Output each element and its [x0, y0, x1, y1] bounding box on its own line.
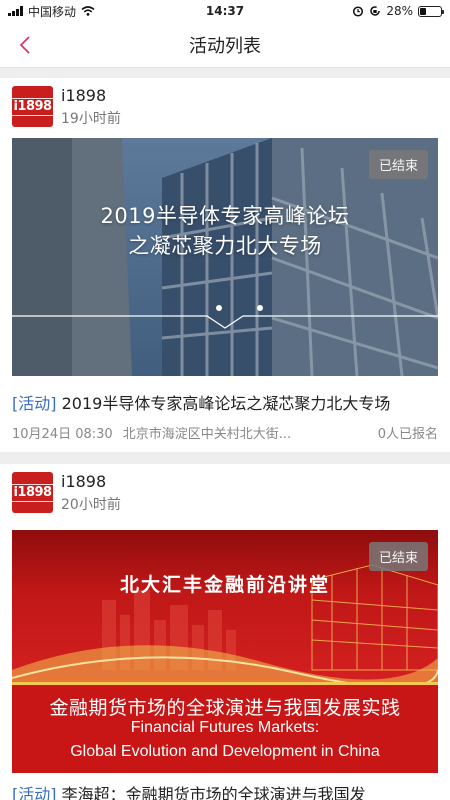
event-banner-image[interactable]: 北大汇丰金融前沿讲堂 金融期货市场的全球演进与我国发展实践 Financial … — [12, 530, 438, 773]
battery-percent: 28% — [386, 4, 413, 18]
event-title-text: 2019半导体专家高峰论坛之凝芯聚力北大专场 — [61, 394, 391, 413]
event-tag: [活动] — [12, 394, 57, 413]
battery-level — [420, 7, 426, 15]
event-title[interactable]: [活动] 李海超：金融期货市场的全球演进与我国发 — [12, 781, 442, 800]
event-title[interactable]: [活动] 2019半导体专家高峰论坛之凝芯聚力北大专场 — [12, 390, 442, 414]
banner-title-line-2: 之凝芯聚力北大专场 — [128, 234, 322, 258]
event-card[interactable]: i1898 i1898 19小时前 2019半导体专家高峰论坛 之凝芯聚力北大专… — [0, 78, 450, 452]
event-tag: [活动] — [12, 785, 57, 800]
banner-english-title-2: Global Evolution and Development in Chin… — [70, 743, 380, 760]
banner-chinese-title: 金融期货市场的全球演进与我国发展实践 — [49, 697, 401, 719]
page-title: 活动列表 — [189, 35, 261, 57]
rotation-lock-icon — [370, 6, 381, 16]
status-badge: 已结束 — [368, 150, 428, 179]
avatar-logo-text: i1898 — [10, 97, 55, 116]
banner-english-title-1: Financial Futures Markets: — [130, 719, 320, 736]
event-banner-image[interactable]: 2019半导体专家高峰论坛 之凝芯聚力北大专场 已结束 — [12, 138, 438, 376]
event-title-text: 李海超：金融期货市场的全球演进与我国发 — [61, 785, 366, 800]
battery-icon — [418, 5, 444, 17]
card-header: i1898 i1898 19小时前 — [0, 78, 450, 138]
banner-forum-name: 北大汇丰金融前沿讲堂 — [119, 574, 330, 596]
alarm-icon — [353, 6, 364, 17]
event-location: 北京市海淀区中关村北大街... — [122, 427, 292, 442]
avatar-logo-text: i1898 — [10, 483, 55, 502]
wifi-icon — [81, 6, 95, 16]
signup-count: 0人已报名 — [377, 427, 438, 442]
status-badge: 已结束 — [368, 542, 428, 571]
clock: 14:37 — [205, 4, 245, 18]
avatar[interactable]: i1898 — [10, 472, 55, 513]
card-header: i1898 i1898 20小时前 — [0, 464, 450, 524]
back-arrow-icon[interactable] — [10, 30, 40, 60]
banner-title-line-1: 2019半导体专家高峰论坛 — [100, 204, 350, 228]
author-name[interactable]: i1898 — [61, 86, 106, 105]
status-bar: 中国移动 14:37 28% — [0, 0, 450, 22]
avatar[interactable]: i1898 — [10, 86, 55, 127]
event-meta: 10月24日 08:30 北京市海淀区中关村北大街... 0人已报名 — [12, 423, 438, 442]
carrier-label: 中国移动 — [28, 4, 77, 19]
nav-bar: 活动列表 — [0, 22, 450, 68]
post-time: 19小时前 — [61, 111, 121, 127]
signal-icon — [8, 6, 23, 16]
post-time: 20小时前 — [61, 497, 121, 513]
event-card[interactable]: i1898 i1898 20小时前 北大汇丰金融前沿讲堂 金融期货市场的全球演进… — [0, 464, 450, 800]
banner-bottom-panel: 金融期货市场的全球演进与我国发展实践 Financial Futures Mar… — [12, 682, 438, 773]
event-date: 10月24日 08:30 — [12, 427, 113, 442]
author-name[interactable]: i1898 — [61, 472, 106, 491]
status-right: 28% — [352, 4, 444, 18]
status-left: 中国移动 — [8, 3, 95, 20]
